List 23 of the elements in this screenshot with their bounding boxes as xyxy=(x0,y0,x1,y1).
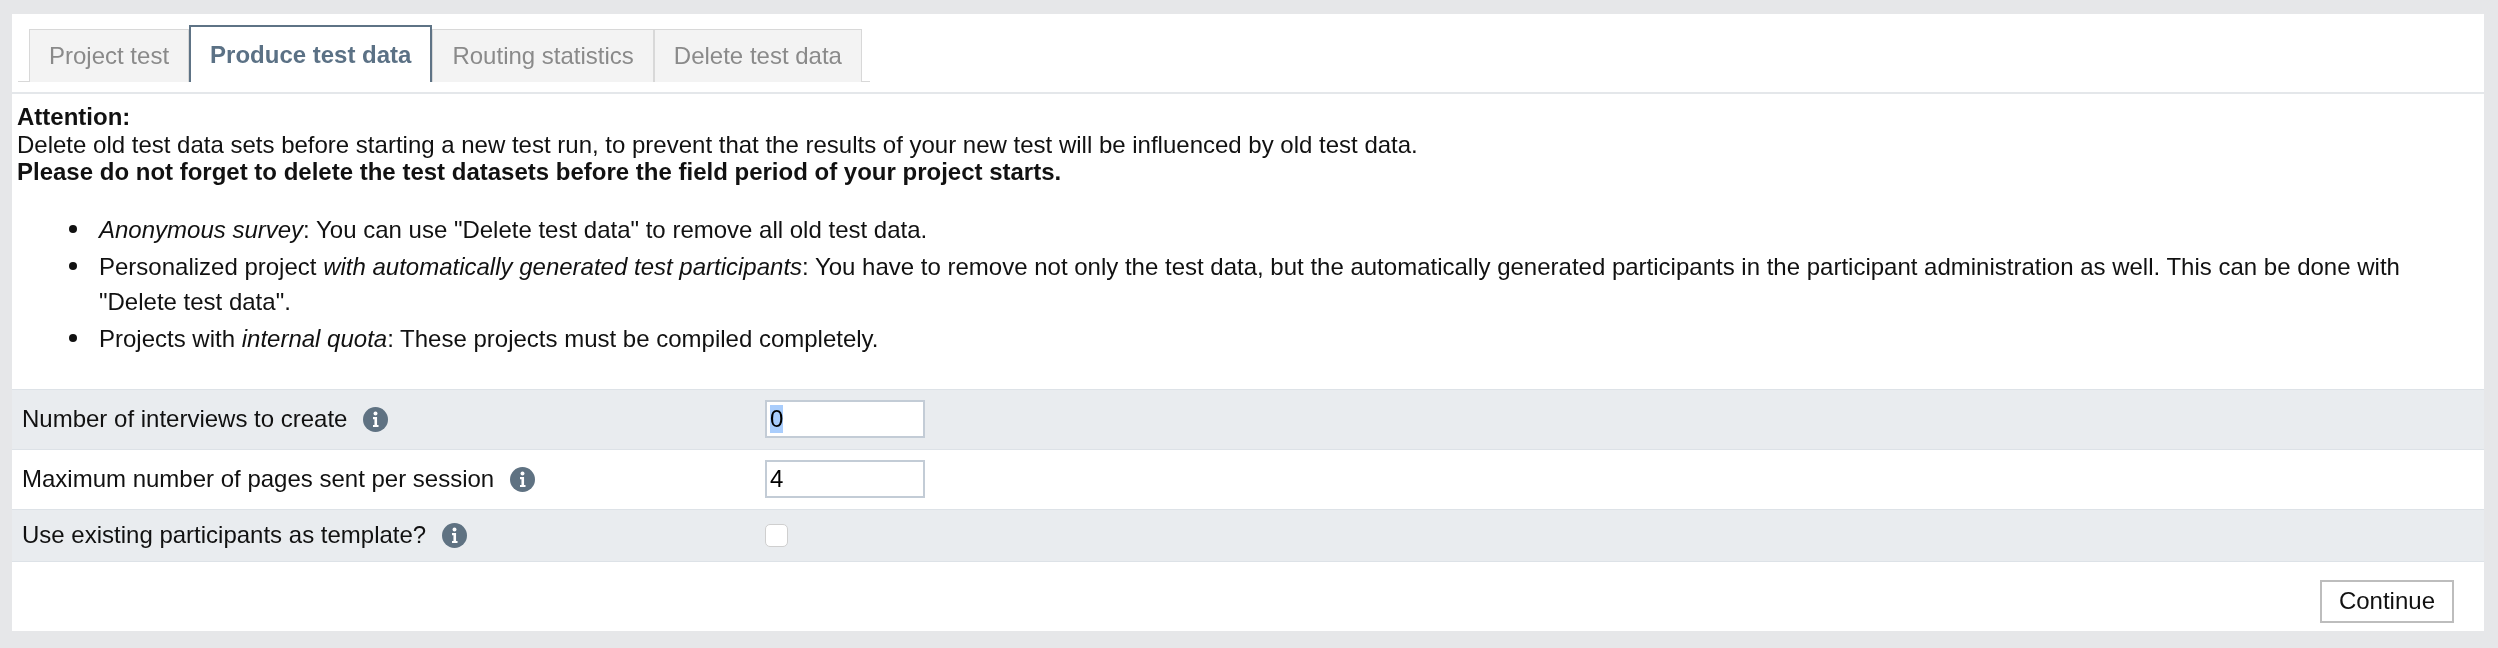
tab[interactable]: Project test xyxy=(29,29,190,82)
notice-text: Delete old test data sets before starting a new test run, to prevent that the results of your new test will be influenced by old test data. xyxy=(17,130,1419,158)
input-field[interactable]: 4 xyxy=(765,460,925,498)
bullet-text: Projects with internal quota: These projects must be compiled completely. xyxy=(99,323,879,354)
info-icon[interactable] xyxy=(442,522,468,548)
bullet-text: Personalized project with automatically generated test participants: You have to remove not only the test data, but the automatically generated participants in the participant administration as well. This can be done with "Delete test data". xyxy=(99,251,2401,317)
warning-text: Please do not forget to delete the test datasets before the field period of your project starts. xyxy=(17,158,1063,186)
input-field[interactable]: 0 xyxy=(765,400,925,438)
tab[interactable]: Routing statistics xyxy=(432,29,654,82)
attention-heading: Attention: xyxy=(17,103,132,131)
bullet-text: Anonymous survey: You can use "Delete test data" to remove all old test data. xyxy=(99,214,928,245)
info-icon[interactable] xyxy=(510,466,536,492)
field-label: Number of interviews to create xyxy=(22,405,348,433)
tab[interactable]: Produce test data xyxy=(189,25,433,82)
checkbox[interactable] xyxy=(765,523,788,547)
bullet-icon xyxy=(69,225,77,233)
continue-button[interactable]: Continue xyxy=(2319,579,2454,623)
info-icon[interactable] xyxy=(363,406,389,432)
field-label: Maximum number of pages sent per session xyxy=(22,465,495,493)
field-label: Use existing participants as template? xyxy=(22,521,427,549)
bullet-icon xyxy=(69,334,77,342)
bullet-icon xyxy=(69,262,77,270)
tab[interactable]: Delete test data xyxy=(653,29,862,82)
